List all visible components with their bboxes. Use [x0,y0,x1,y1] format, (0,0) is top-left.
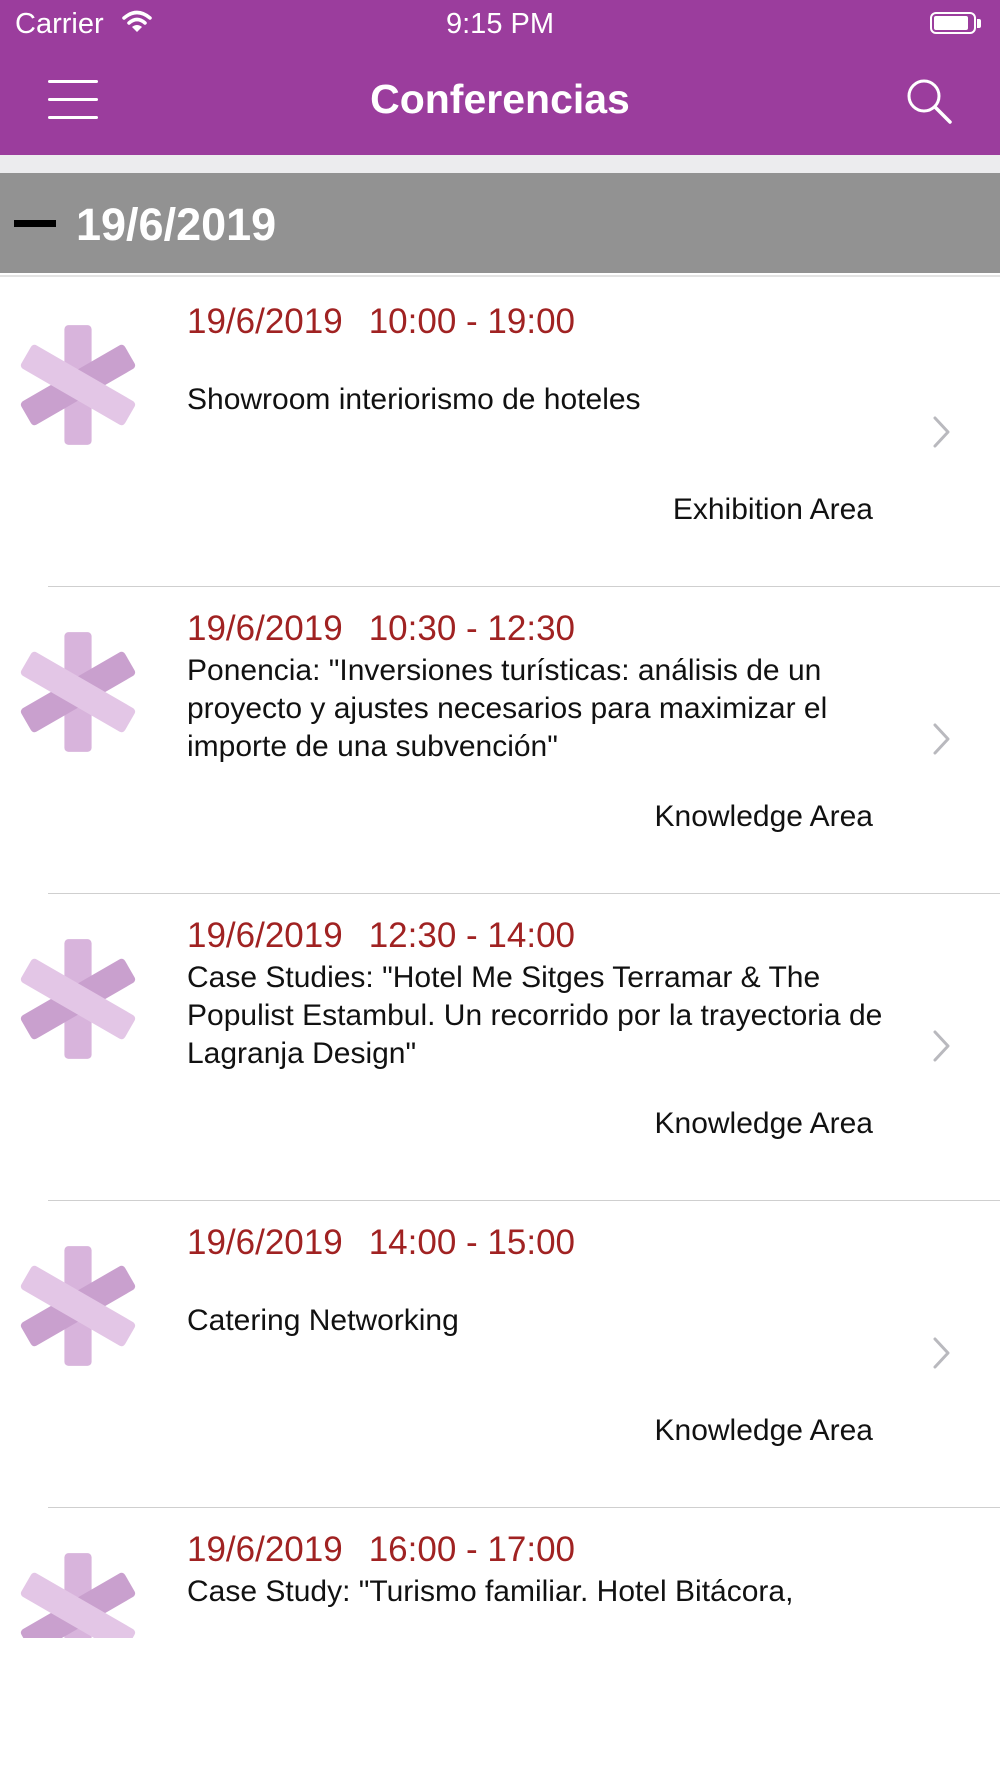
chevron-right-icon [933,723,950,755]
asterisk-logo-thumbnail [20,1553,136,1638]
status-time: 9:15 PM [446,8,554,40]
chevron-right-icon [933,1337,950,1369]
header-spacer [0,155,1000,173]
asterisk-logo-thumbnail [20,1246,136,1366]
chevron-right-icon [933,1030,950,1062]
event-date: 19/6/2019 [187,916,343,955]
event-list[interactable]: 19/6/2019 10:00 - 19:00 Showroom interior… [0,280,1000,1638]
event-area: Knowledge Area [654,800,874,833]
event-time: 10:00 - 19:00 [368,302,575,341]
event-date: 19/6/2019 [187,302,343,341]
event-date: 19/6/2019 [187,609,343,648]
event-datetime: 19/6/2019 12:30 - 14:00 [187,916,575,956]
event-datetime: 19/6/2019 10:00 - 19:00 [187,302,575,342]
event-area: Knowledge Area [654,1414,874,1447]
event-datetime: 19/6/2019 14:00 - 15:00 [187,1223,575,1263]
event-title: Case Studies: "Hotel Me Sitges Terramar … [187,961,883,1070]
event-row[interactable]: 19/6/2019 12:30 - 14:00 Case Studies: "Ho… [0,894,1000,1201]
section-date: 19/6/2019 [76,199,277,250]
event-area: Exhibition Area [672,493,873,526]
event-row[interactable]: 19/6/2019 10:00 - 19:00 Showroom interior… [0,280,1000,587]
event-title: Showroom interiorismo de hoteles [187,383,641,416]
event-row[interactable]: 19/6/2019 16:00 - 17:00 Case Study: "Turi… [0,1508,1000,1638]
page-title: Conferencias [370,76,630,122]
event-title: Catering Networking [187,1304,459,1337]
event-datetime: 19/6/2019 10:30 - 12:30 [187,609,575,649]
navigation-bar: Carrier 9:15 PM Conferencias [0,0,1000,155]
search-icon[interactable] [904,76,954,126]
chevron-right-icon [933,416,950,448]
event-time: 16:00 - 17:00 [368,1530,575,1569]
asterisk-logo-thumbnail [20,939,136,1059]
status-bar: Carrier 9:15 PM [0,0,1000,50]
event-time: 12:30 - 14:00 [368,916,575,955]
collapse-minus-icon[interactable] [14,220,56,227]
event-row[interactable]: 19/6/2019 14:00 - 15:00 Catering Networki… [0,1201,1000,1508]
event-area: Knowledge Area [654,1107,874,1140]
event-date: 19/6/2019 [187,1223,343,1262]
event-date: 19/6/2019 [187,1530,343,1569]
asterisk-logo-thumbnail [20,325,136,445]
event-time: 10:30 - 12:30 [368,609,575,648]
event-row[interactable]: 19/6/2019 10:30 - 12:30 Ponencia: "Invers… [0,587,1000,894]
battery-icon [930,12,982,36]
event-title: Case Study: "Turismo familiar. Hotel Bit… [187,1575,794,1608]
event-time: 14:00 - 15:00 [368,1223,575,1262]
event-datetime: 19/6/2019 16:00 - 17:00 [187,1530,575,1570]
asterisk-logo-thumbnail [20,632,136,752]
date-section-header[interactable]: 19/6/2019 [0,173,1000,273]
event-title: Ponencia: "Inversiones turísticas: análi… [187,654,828,763]
divider [0,275,1000,277]
